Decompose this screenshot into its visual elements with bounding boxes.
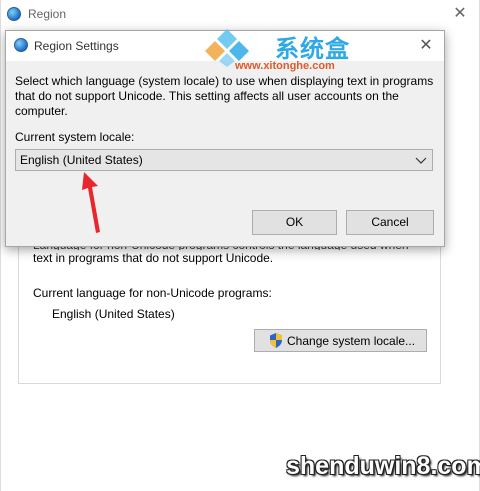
- annotation-arrow: [82, 172, 100, 233]
- system-locale-value: English (United States): [20, 153, 143, 167]
- change-system-locale-button[interactable]: Change system locale...: [254, 329, 427, 352]
- system-locale-dropdown[interactable]: English (United States): [15, 149, 433, 171]
- xitonghe-url-text: www.xitonghe.com: [235, 60, 335, 72]
- chevron-down-icon: [415, 157, 427, 164]
- dialog-title: Region Settings: [34, 39, 119, 53]
- uac-shield-icon: [270, 333, 282, 348]
- globe-icon: [7, 7, 21, 21]
- xitonghe-cn-text: 系统盒: [275, 35, 350, 63]
- current-language-value: English (United States): [52, 307, 175, 321]
- cancel-button[interactable]: Cancel: [346, 210, 434, 235]
- shenduwin8-watermark: shenduwin8.com: [286, 452, 480, 480]
- dialog-description: Select which language (system locale) to…: [15, 74, 434, 118]
- change-system-locale-label: Change system locale...: [287, 334, 416, 348]
- current-language-label: Current language for non-Unicode program…: [33, 286, 272, 300]
- xitonghe-watermark: 系统盒 www.xitonghe.com: [205, 25, 380, 75]
- ok-button[interactable]: OK: [252, 210, 337, 235]
- globe-icon: [14, 38, 28, 52]
- description-line-2: text in programs that do not support Uni…: [33, 251, 274, 265]
- window-title: Region: [28, 7, 67, 21]
- dialog-close-button[interactable]: ✕: [414, 35, 438, 57]
- system-locale-label: Current system locale:: [15, 130, 135, 144]
- close-button[interactable]: ✕: [447, 3, 473, 25]
